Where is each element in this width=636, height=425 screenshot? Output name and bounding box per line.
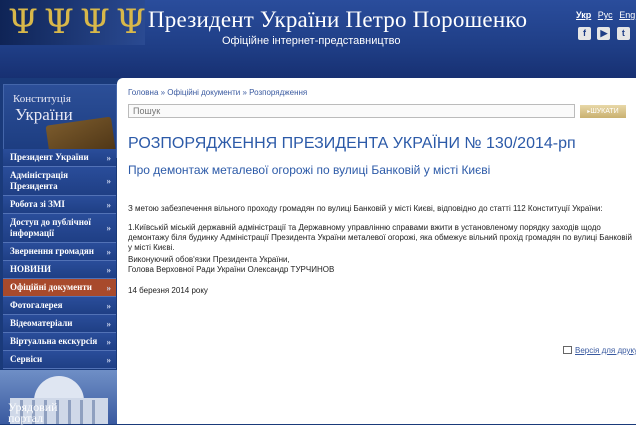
constitution-banner[interactable]: Конституція України	[3, 84, 117, 158]
youtube-icon[interactable]: ▶	[597, 27, 611, 40]
sidebar-item-media[interactable]: Робота зі ЗМІ»	[3, 196, 116, 214]
language-switcher: Укр Рус Eng	[576, 10, 636, 20]
constitution-label-big: України	[15, 105, 73, 124]
document-date: 14 березня 2014 року	[128, 286, 208, 295]
site-title[interactable]: Президент України Петро Порошенко	[148, 7, 527, 33]
sidebar-item-official-documents[interactable]: Офіційні документи»	[3, 279, 116, 297]
constitution-label: Конституція	[13, 93, 71, 105]
sidebar-item-services[interactable]: Сервіси»	[3, 351, 116, 369]
flickr-icon[interactable]: f	[578, 27, 591, 40]
sidebar-item-virtual-tour[interactable]: Віртуальна екскурсія»	[3, 333, 116, 351]
signature-line-1: Виконуючий обов'язки Президента України,	[128, 255, 290, 264]
chevron-icon: »	[106, 176, 112, 186]
lang-rus-link[interactable]: Рус	[598, 10, 613, 20]
trident-icon: Ψ	[116, 2, 145, 42]
chevron-icon: »	[106, 336, 112, 347]
sidebar-item-video[interactable]: Відеоматеріали»	[3, 315, 116, 333]
sidebar-item-news[interactable]: НОВИНИ»	[3, 261, 116, 279]
sidebar-item-president[interactable]: Президент України»	[3, 149, 116, 167]
social-links: f ▶ t	[578, 23, 632, 41]
chevron-icon: »	[106, 300, 112, 311]
chevron-icon: »	[106, 246, 112, 257]
sidebar-item-administration[interactable]: Адміністрація Президента»	[3, 167, 116, 196]
sidebar-item-public-info[interactable]: Доступ до публічної інформації»	[3, 214, 116, 243]
document-subtitle: Про демонтаж металевої огорожі по вулиці…	[128, 163, 491, 177]
chevron-icon: »	[106, 354, 112, 365]
sidebar-menu: Президент України» Адміністрація Президе…	[3, 149, 116, 369]
chevron-icon: »	[106, 318, 112, 329]
lang-eng-link[interactable]: Eng	[619, 10, 635, 20]
chevron-icon: »	[106, 223, 112, 233]
sidebar: Конституція України Президент України» А…	[0, 78, 118, 424]
chevron-icon: »	[106, 199, 112, 210]
document-point-1: 1.Київській міській державній адміністра…	[128, 223, 632, 252]
sidebar-item-citizens-appeals[interactable]: Звернення громадян»	[3, 243, 116, 261]
breadcrumb[interactable]: Головна » Офіційні документи » Розпорядж…	[128, 88, 307, 97]
trident-icon: Ψ	[44, 2, 74, 42]
lang-ukr-link[interactable]: Укр	[576, 10, 591, 20]
main-content: Головна » Офіційні документи » Розпорядж…	[117, 78, 636, 424]
chevron-icon: »	[106, 282, 112, 293]
site-header: Ψ Ψ Ψ Ψ Президент України Петро Порошенк…	[0, 0, 636, 78]
government-portal-label[interactable]: Урядовий портал	[8, 401, 58, 424]
trident-icon: Ψ	[80, 2, 110, 42]
twitter-icon[interactable]: t	[616, 27, 630, 40]
page-title: РОЗПОРЯДЖЕННЯ ПРЕЗИДЕНТА УКРАЇНИ № 130/2…	[128, 135, 576, 152]
chevron-icon: »	[106, 152, 112, 163]
sidebar-item-photo-gallery[interactable]: Фотогалерея»	[3, 297, 116, 315]
search-button[interactable]: ШУКАТИ	[580, 105, 626, 118]
signature-line-2: Голова Верховної Ради України Олександр …	[128, 265, 335, 274]
trident-icon: Ψ	[8, 2, 38, 42]
printer-icon	[563, 346, 572, 354]
crest-banner: Ψ Ψ Ψ Ψ	[0, 0, 145, 45]
chevron-icon: »	[106, 264, 112, 275]
document-intro: З метою забезпечення вільного проходу гр…	[128, 204, 603, 213]
search-input[interactable]	[128, 104, 575, 118]
site-subtitle: Офіційне інтернет-представництво	[222, 35, 401, 47]
print-version-link[interactable]: Версія для друку	[563, 346, 636, 355]
